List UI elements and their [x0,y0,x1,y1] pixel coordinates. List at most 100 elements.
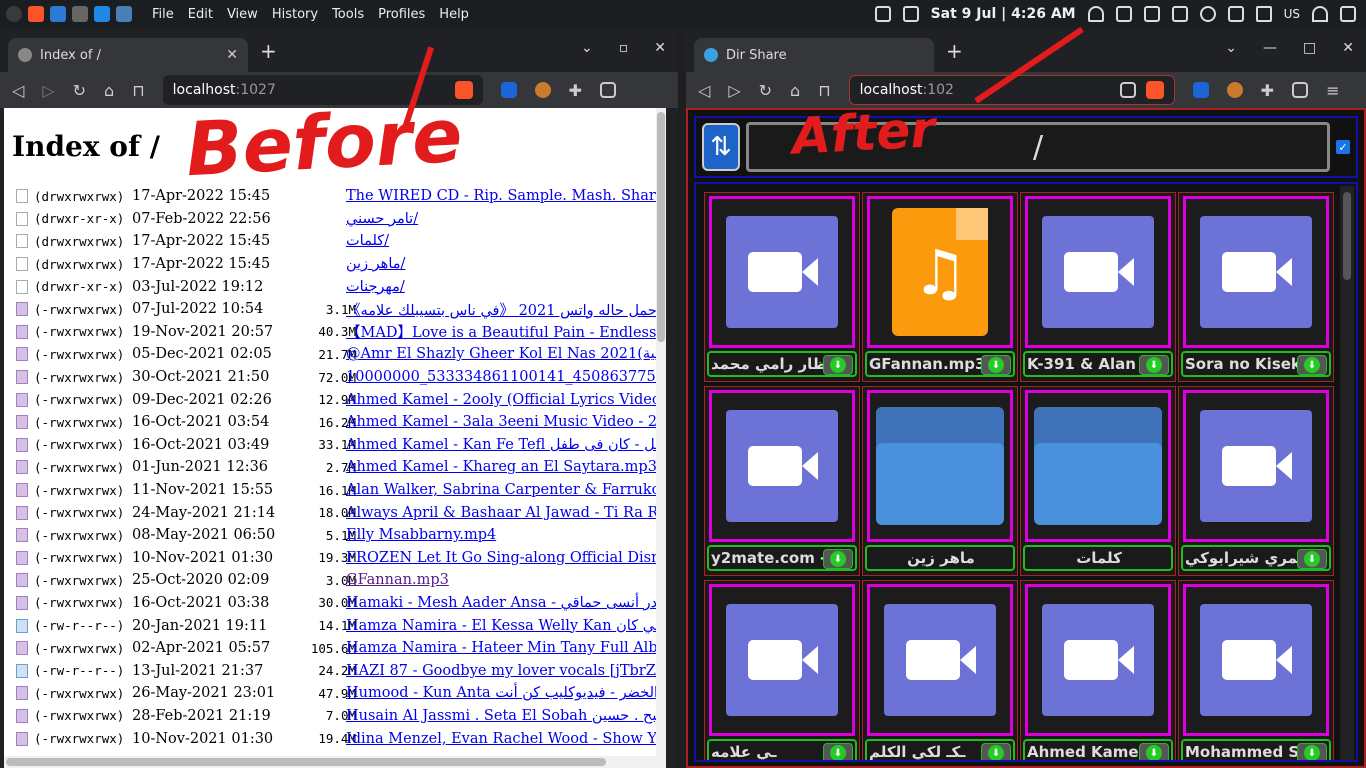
file-card[interactable]: Mohammed S ⬇ [1178,580,1334,760]
tab-dir-share[interactable]: Dir Share [694,38,934,72]
download-button[interactable]: ⬇ [1297,355,1327,375]
connect-icon[interactable] [1143,6,1160,22]
menu-file[interactable]: File [152,7,174,22]
file-preview[interactable]: ♫ [867,196,1013,348]
clipboard-icon[interactable] [874,6,891,22]
horizontal-scrollbar[interactable] [4,756,666,768]
wallet-icon[interactable] [600,82,617,98]
vscode-launcher-icon[interactable] [94,6,110,22]
file-card[interactable]: Sora no Kiseki ⬇ [1178,192,1334,382]
file-preview[interactable] [709,584,855,736]
file-label[interactable]: ـكـ لكي الكلم ⬇ [865,739,1015,760]
menu-view[interactable]: View [227,7,258,22]
file-link[interactable]: @Amr El Shazly Gheer Kol El Nas 2021م (ا… [346,346,666,362]
file-card[interactable]: Ahmed Kamel ⬇ [1020,580,1176,760]
file-link[interactable]: Hamza Namira - El Kessa Welly Kan والي ك… [346,618,666,634]
file-preview[interactable] [867,390,1013,542]
forward-icon[interactable]: ▷ [42,81,54,100]
file-link[interactable]: حمل حاله واتس 2021 《في ناس بتسيبلك علامه… [346,299,657,320]
media-play-icon[interactable] [1199,6,1216,22]
menu-tools[interactable]: Tools [332,7,364,22]
file-link[interactable]: Ahmed Kamel - Kan Fe Tefl كامل - كان فى … [346,437,666,453]
file-card[interactable]: ـي علامه ⬇ [704,580,860,760]
brave-shields-icon[interactable] [1145,81,1164,99]
forward-icon[interactable]: ▷ [728,81,740,100]
file-preview[interactable] [709,196,855,348]
minimize-icon[interactable]: — [1263,40,1277,56]
file-card[interactable]: ماهر زين [862,386,1018,576]
home-icon[interactable]: ⌂ [104,81,114,100]
file-link[interactable]: تامر حسني/ [346,211,418,227]
download-button[interactable]: ⬇ [1297,549,1327,569]
close-window-icon[interactable]: ✕ [654,40,666,56]
app-launcher-icon[interactable] [116,6,132,22]
extensions-puzzle-icon[interactable]: ✚ [1261,81,1274,100]
wifi-icon[interactable] [1312,6,1328,22]
file-link[interactable]: Hamaki - Mesh Aader Ansa - مش قادر أنسى … [346,595,666,611]
select-checkbox[interactable]: ✓ [1336,140,1350,154]
file-label[interactable]: Mohammed S ⬇ [1181,739,1331,760]
file-label[interactable]: ماهر زين [865,545,1015,571]
file-label[interactable]: عمري شيرابوكي ⬇ [1181,545,1331,571]
file-link[interactable]: Ahmed Kamel - 3ala 3eeni Music Video - 2… [346,414,666,430]
pen-icon[interactable] [1115,6,1132,22]
file-link[interactable]: كلمات/ [346,233,389,249]
file-card[interactable]: K-391 & Alan Wa ⬇ [1020,192,1176,382]
file-preview[interactable] [1025,390,1171,542]
download-button[interactable]: ⬇ [823,355,853,375]
keyboard-layout[interactable]: US [1284,7,1300,21]
menu-help[interactable]: Help [439,7,469,22]
menu-profiles[interactable]: Profiles [378,7,425,22]
file-link[interactable]: Hamza Namira - Hateer Min Tany Full Albu… [346,640,666,656]
download-button[interactable]: ⬇ [823,743,853,760]
back-icon[interactable]: ◁ [698,81,710,100]
download-button[interactable]: ⬇ [823,549,853,569]
menu-edit[interactable]: Edit [188,7,213,22]
file-card[interactable]: ـكـ لكي الكلم ⬇ [862,580,1018,760]
clock[interactable]: Sat 9 Jul | 4:26 AM [931,6,1076,22]
reload-icon[interactable]: ↻ [759,81,772,100]
tab-search-icon[interactable]: ⌄ [1225,40,1237,56]
file-card[interactable]: y2mate.com - ⬇ [704,386,860,576]
scroll-thumb[interactable] [1343,192,1351,280]
file-preview[interactable] [1183,196,1329,348]
file-preview[interactable] [867,584,1013,736]
wallet-icon[interactable] [1292,82,1309,98]
volume-icon[interactable] [1255,6,1272,22]
minimize-icon[interactable]: ▫ [619,40,629,56]
file-label[interactable]: Sora no Kiseki ⬇ [1181,351,1331,377]
file-preview[interactable] [1025,196,1171,348]
maximize-icon[interactable]: □ [1303,40,1316,56]
file-card[interactable]: منتظار رامي محمد ⬇ [704,192,860,382]
new-tab-button[interactable]: + [260,39,277,63]
file-link[interactable]: HAZI 87 - Goodbye my lover vocals [jTbrZ… [346,663,666,679]
app-menu-icon[interactable] [6,6,22,22]
file-link[interactable]: Husain Al Jassmi . Seta El Sobah ستة الص… [346,708,666,724]
home-icon[interactable]: ⌂ [790,81,800,100]
download-button[interactable]: ⬇ [1139,355,1169,375]
file-preview[interactable] [1183,584,1329,736]
bookmark-icon[interactable]: ⊓ [132,81,144,100]
file-card[interactable]: ♫ GFannan.mp3 ⬇ [862,192,1018,382]
file-link[interactable]: GFannan.mp3 [346,572,449,588]
file-label[interactable]: K-391 & Alan Wa ⬇ [1023,351,1173,377]
file-link[interactable]: Idina Menzel, Evan Rachel Wood - Show Yo… [346,731,666,747]
files-launcher-icon[interactable] [50,6,66,22]
close-tab-icon[interactable]: ✕ [226,47,238,63]
back-icon[interactable]: ◁ [12,81,24,100]
download-button[interactable]: ⬇ [981,355,1011,375]
file-card[interactable]: كلمات [1020,386,1176,576]
file-label[interactable]: y2mate.com - ⬇ [707,545,857,571]
file-link[interactable]: 【MAD】Love is a Beautiful Pain - Endless … [346,321,666,342]
file-link[interactable]: Humood - Kun Anta حمود الخضر - فيديوكليب… [346,685,666,701]
file-link[interactable]: 10000000_533334861100141_450863775143344… [346,369,666,385]
tab-search-icon[interactable]: ⌄ [581,40,593,56]
download-button[interactable]: ⬇ [1297,743,1327,760]
file-link[interactable]: Always April & Bashaar Al Jawad - Ti Ra … [346,505,666,521]
file-label[interactable]: منتظار رامي محمد ⬇ [707,351,857,377]
extensions-puzzle-icon[interactable]: ✚ [569,81,582,100]
file-card[interactable]: عمري شيرابوكي ⬇ [1178,386,1334,576]
file-preview[interactable] [709,390,855,542]
file-link[interactable]: Ahmed Kamel - Khareg an El Saytara.mp3 [346,459,657,475]
extension-gem-icon[interactable] [1192,82,1209,98]
